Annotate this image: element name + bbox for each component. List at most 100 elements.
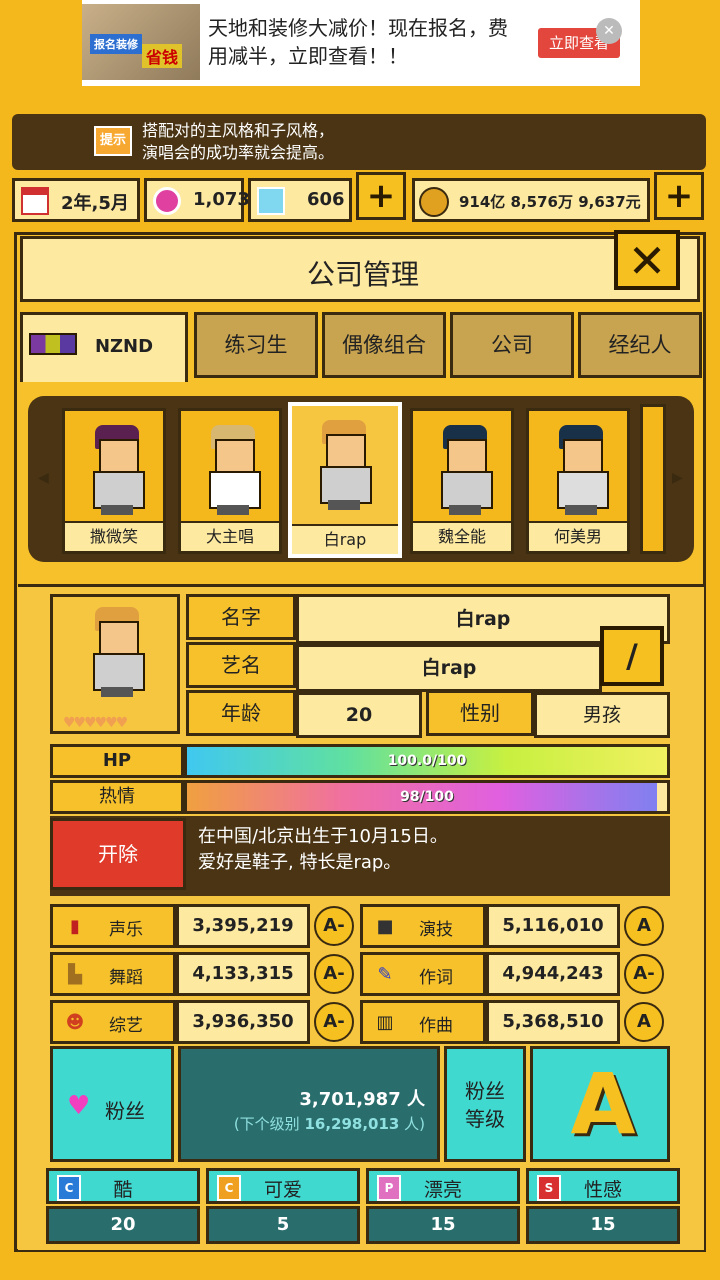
style-label: 漂亮 [423, 1179, 462, 1201]
member-sprite [553, 425, 609, 515]
money-value: 914亿 8,576万 9,637元 [459, 193, 641, 211]
stat-grade-badge: A [624, 906, 664, 946]
stat-value: 3,936,350 [176, 1000, 310, 1044]
bio-text: 在中国/北京出生于10月15日。 爱好是鞋子, 特长是rap。 [198, 824, 448, 876]
stat-label-box: ▮ 声乐 [50, 904, 176, 948]
ad-banner[interactable]: 报名装修 省钱 天地和装修大减价！现在报名，费用减半，立即查看！！ 立即查看 ✕ [82, 0, 640, 86]
piano-icon: ▥ [376, 1012, 394, 1033]
style-label-box: S 性感 [526, 1168, 680, 1204]
hp-bar: 100.0/100 [184, 744, 670, 778]
age-field: 20 [296, 692, 422, 738]
ad-close-icon[interactable]: ✕ [596, 18, 622, 44]
hint-bar: 提示 搭配对的主风格和子风格， 演唱会的成功率就会提高。 [12, 114, 706, 170]
diamond-icon [257, 187, 285, 215]
hint-text: 搭配对的主风格和子风格， 演唱会的成功率就会提高。 [142, 120, 334, 164]
add-money-button[interactable]: + [654, 172, 704, 220]
tab-label: 偶像组合 [342, 333, 426, 357]
member-card-selected[interactable]: 白rap [288, 402, 402, 558]
stat-label: 声乐 [109, 920, 143, 940]
scroll-left-icon[interactable]: ◀ [38, 470, 50, 490]
diamond-value: 606 [307, 189, 345, 210]
stat-label-box: ■ 演技 [360, 904, 486, 948]
fans-level-grade: A [570, 1055, 636, 1153]
smile-icon: ☻ [65, 1012, 85, 1033]
hint-line-1: 搭配对的主风格和子风格， [142, 121, 335, 140]
close-button[interactable]: ✕ [614, 230, 680, 290]
name-label: 名字 [186, 594, 296, 640]
member-name: 大主唱 [181, 521, 279, 551]
stat-grade-badge: A [624, 1002, 664, 1042]
member-card-partial[interactable] [640, 404, 666, 554]
date-value: 2年,5月 [61, 193, 129, 214]
tab-label: NZND [94, 336, 154, 357]
style-label: 酷 [113, 1179, 133, 1201]
ad-image-tag: 报名装修 [90, 34, 142, 54]
panel-title: 公司管理 [306, 258, 419, 291]
group-icon [29, 333, 77, 355]
member-portrait: ♥♥♥♥♥♥ [50, 594, 180, 734]
camera-icon: ■ [376, 916, 394, 937]
ad-text: 天地和装修大减价！现在报名，费用减半，立即查看！！ [208, 16, 508, 68]
stat-value: 3,395,219 [176, 904, 310, 948]
coin-icon [419, 187, 449, 217]
tab-label: 练习生 [224, 333, 288, 357]
ad-image[interactable]: 报名装修 省钱 [82, 4, 200, 80]
hp-label: HP [50, 744, 184, 778]
tab-company[interactable]: 公司 [450, 312, 574, 378]
stage-name-label: 艺名 [186, 642, 296, 688]
style-value: 15 [366, 1206, 520, 1244]
stat-grade-badge: A- [624, 954, 664, 994]
hearts-icon: ♥♥♥♥♥♥ [63, 715, 128, 731]
style-label-box: C 可爱 [206, 1168, 360, 1204]
stat-label: 综艺 [109, 1016, 143, 1036]
fans-level-label-1: 粉丝 [465, 1079, 505, 1103]
fire-button[interactable]: 开除 [50, 818, 186, 890]
pencil-icon: / [626, 637, 638, 675]
bio-line-2: 爱好是鞋子, 特长是rap。 [198, 852, 402, 873]
stat-grade-badge: A- [314, 906, 354, 946]
gem-counter: 1,073 [144, 178, 250, 222]
member-card[interactable]: 魏全能 [410, 408, 514, 554]
tab-nznd[interactable]: NZND [20, 312, 188, 382]
stage-name-field: 白rap [296, 644, 602, 692]
gender-field: 男孩 [534, 692, 670, 738]
style-label-box: P 漂亮 [366, 1168, 520, 1204]
member-card[interactable]: 撒微笑 [62, 408, 166, 554]
fans-next-level: (下个级别 16,298,013 人) [234, 1113, 425, 1134]
member-card[interactable]: 大主唱 [178, 408, 282, 554]
style-value: 5 [206, 1206, 360, 1244]
tab-label: 经纪人 [608, 333, 672, 357]
passion-label: 热情 [50, 780, 184, 814]
shoe-icon: ▙ [68, 964, 82, 985]
add-gems-button[interactable]: + [356, 172, 406, 220]
edit-name-button[interactable]: / [600, 626, 664, 686]
tab-trainee[interactable]: 练习生 [194, 312, 318, 378]
stat-value: 5,116,010 [486, 904, 620, 948]
stat-label-box: ▙ 舞蹈 [50, 952, 176, 996]
tab-label: 公司 [491, 333, 533, 357]
close-icon: ✕ [627, 234, 667, 288]
fans-label-box: ♥ 粉丝 [50, 1046, 174, 1162]
pink-gem-icon [153, 187, 181, 215]
hint-line-2: 演唱会的成功率就会提高。 [142, 143, 335, 162]
stat-label-box: ▥ 作曲 [360, 1000, 486, 1044]
tab-manager[interactable]: 经纪人 [578, 312, 702, 378]
pen-icon: ✎ [377, 964, 393, 985]
member-sprite [89, 425, 145, 515]
hint-icon: 提示 [94, 126, 132, 156]
stat-value: 4,133,315 [176, 952, 310, 996]
member-card[interactable]: 何美男 [526, 408, 630, 554]
tab-idol-group[interactable]: 偶像组合 [322, 312, 446, 378]
fans-label: 粉丝 [105, 1099, 145, 1123]
fans-next-prefix: (下个级别 [233, 1115, 300, 1133]
scroll-right-icon[interactable]: ▶ [672, 470, 684, 490]
hp-value: 100.0/100 [387, 753, 467, 769]
style-label: 可爱 [263, 1179, 302, 1201]
member-name: 魏全能 [413, 521, 511, 551]
portrait-sprite [89, 607, 145, 697]
member-sprite [316, 420, 372, 510]
date-display: 2年,5月 [12, 178, 140, 222]
stat-grade-badge: A- [314, 954, 354, 994]
heart-icon: ♥ [67, 1091, 91, 1121]
calendar-icon [21, 187, 49, 215]
